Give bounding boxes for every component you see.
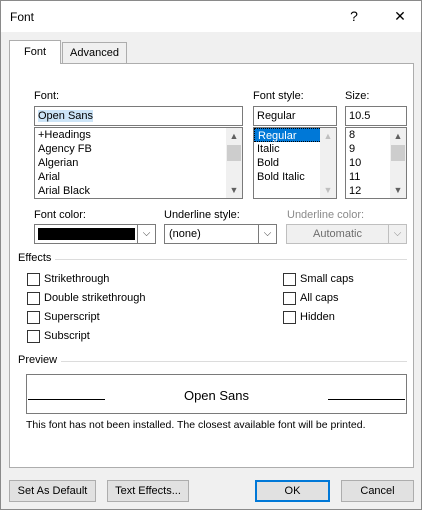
font-label: Font: (34, 90, 60, 102)
preview-title: Preview (18, 354, 62, 366)
double-strikethrough-label[interactable]: Double strikethrough (44, 292, 146, 304)
font-style-list[interactable]: Regular Italic Bold Bold Italic ▲ ▼ (253, 127, 337, 199)
font-name-input[interactable]: Open Sans (34, 106, 243, 126)
double-strikethrough-checkbox[interactable] (27, 292, 40, 305)
chevron-down-icon[interactable]: ⌵ (137, 225, 155, 243)
effects-group: Effects (18, 252, 407, 266)
font-size-list[interactable]: 8 9 10 11 12 ▲ ▼ (345, 127, 407, 199)
scroll-up-icon[interactable]: ▲ (320, 128, 336, 144)
tab-advanced-label: Advanced (70, 47, 119, 59)
font-dialog: Font ? ✕ Font Advanced Font: Open Sans +… (0, 0, 422, 510)
font-list-scrollbar[interactable]: ▲ ▼ (226, 128, 242, 198)
underline-color-value: Automatic (313, 228, 362, 240)
chevron-down-icon[interactable]: ⌵ (258, 225, 276, 243)
strikethrough-label[interactable]: Strikethrough (44, 273, 109, 285)
scroll-down-icon[interactable]: ▼ (390, 182, 406, 198)
effects-title: Effects (18, 252, 56, 264)
preview-box: Open Sans (26, 374, 407, 414)
underline-color-dropdown[interactable]: Automatic ⌵ (286, 224, 407, 244)
scroll-down-icon[interactable]: ▼ (320, 182, 336, 198)
ok-button[interactable]: OK (255, 480, 330, 502)
small-caps-checkbox[interactable] (283, 273, 296, 286)
size-label: Size: (345, 90, 370, 102)
underline-style-value: (none) (169, 228, 201, 240)
help-icon[interactable]: ? (337, 3, 371, 30)
scroll-up-icon[interactable]: ▲ (226, 128, 242, 144)
tab-advanced[interactable]: Advanced (62, 42, 127, 64)
underline-style-label: Underline style: (164, 209, 240, 221)
all-caps-label[interactable]: All caps (300, 292, 339, 304)
scroll-down-icon[interactable]: ▼ (226, 182, 242, 198)
superscript-label[interactable]: Superscript (44, 311, 100, 323)
font-list-item[interactable]: Agency FB (35, 142, 242, 156)
chevron-down-icon[interactable]: ⌵ (388, 225, 406, 243)
preview-sample-text: Open Sans (183, 388, 250, 403)
scroll-thumb[interactable] (227, 145, 241, 161)
font-style-value: Regular (257, 110, 296, 122)
dialog-title: Font (10, 10, 35, 24)
tab-font[interactable]: Font (9, 40, 61, 64)
close-icon[interactable]: ✕ (383, 3, 417, 30)
font-style-input[interactable]: Regular (253, 106, 337, 126)
underline-color-label: Underline color: (287, 209, 365, 221)
set-as-default-button[interactable]: Set As Default (9, 480, 96, 502)
font-style-scrollbar[interactable]: ▲ ▼ (320, 128, 336, 198)
font-name-list[interactable]: +Headings Agency FB Algerian Arial Arial… (34, 127, 243, 199)
font-size-input[interactable]: 10.5 (345, 106, 407, 126)
small-caps-label[interactable]: Small caps (300, 273, 354, 285)
font-tab-panel: Font: Open Sans +Headings Agency FB Alge… (9, 63, 414, 468)
preview-note: This font has not been installed. The cl… (26, 419, 366, 431)
font-size-scrollbar[interactable]: ▲ ▼ (390, 128, 406, 198)
hidden-checkbox[interactable] (283, 311, 296, 324)
cancel-button[interactable]: Cancel (341, 480, 414, 502)
text-effects-button[interactable]: Text Effects... (107, 480, 189, 502)
font-name-value: Open Sans (38, 110, 94, 122)
font-list-item[interactable]: Arial (35, 170, 242, 184)
subscript-label[interactable]: Subscript (44, 330, 90, 342)
font-style-label: Font style: (253, 90, 304, 102)
title-bar: Font ? ✕ (1, 1, 421, 32)
scroll-thumb[interactable] (391, 145, 405, 161)
font-color-label: Font color: (34, 209, 86, 221)
font-color-swatch (38, 228, 135, 240)
scroll-up-icon[interactable]: ▲ (390, 128, 406, 144)
tab-font-label: Font (23, 46, 46, 58)
strikethrough-checkbox[interactable] (27, 273, 40, 286)
font-list-item[interactable]: Algerian (35, 156, 242, 170)
superscript-checkbox[interactable] (27, 311, 40, 324)
font-list-item[interactable]: Arial Black (35, 184, 242, 198)
subscript-checkbox[interactable] (27, 330, 40, 343)
all-caps-checkbox[interactable] (283, 292, 296, 305)
font-list-item[interactable]: +Headings (35, 128, 242, 142)
preview-group: Preview (18, 354, 407, 368)
font-size-value: 10.5 (349, 110, 371, 122)
font-color-dropdown[interactable]: ⌵ (34, 224, 156, 244)
underline-style-dropdown[interactable]: (none) ⌵ (164, 224, 277, 244)
hidden-label[interactable]: Hidden (300, 311, 335, 323)
